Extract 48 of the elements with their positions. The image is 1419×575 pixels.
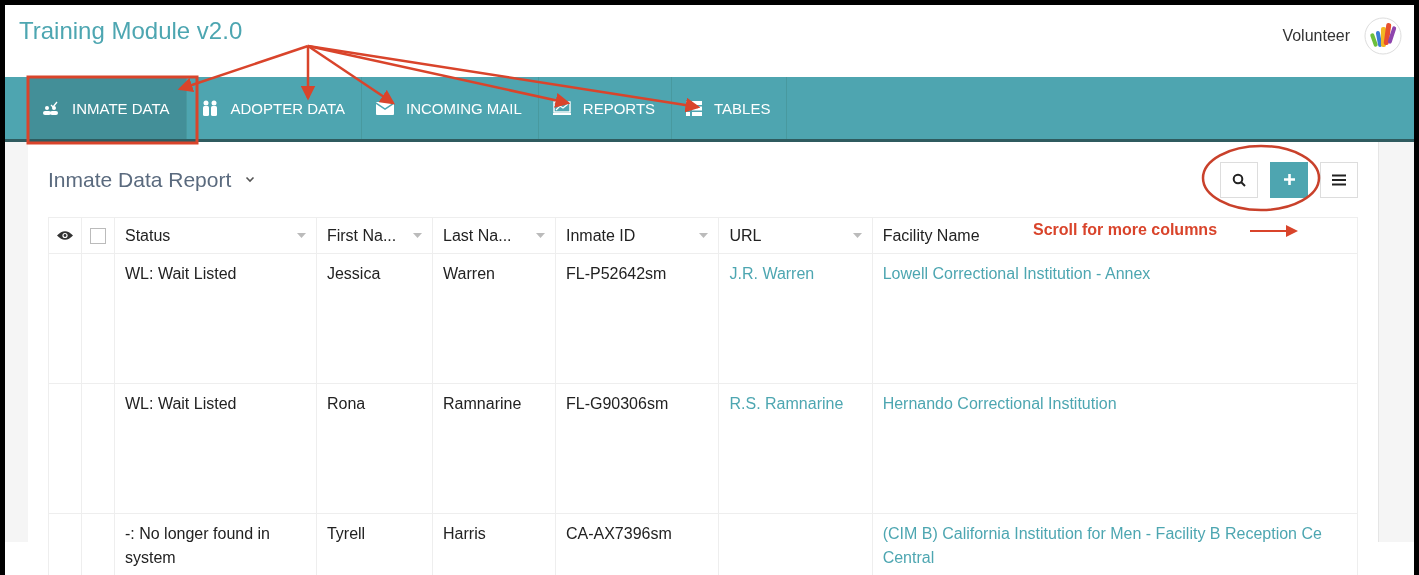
report-selector[interactable]: Inmate Data Report <box>48 167 256 192</box>
status-text: WL: Wait Listed <box>125 265 237 282</box>
sort-caret-icon[interactable] <box>852 233 862 238</box>
app-title: Training Module v2.0 <box>19 17 243 45</box>
nav-tab[interactable]: TABLES <box>672 77 788 139</box>
column-header[interactable]: Status <box>125 226 171 245</box>
annotation-note: Scroll for more columns <box>1033 221 1218 239</box>
eye-icon[interactable] <box>57 229 73 241</box>
search-button[interactable] <box>1220 161 1258 198</box>
chevron-down-icon <box>245 176 256 183</box>
menu-icon <box>1332 173 1346 186</box>
facility-link[interactable]: Hernando Correctional Institution <box>882 392 1347 416</box>
sort-caret-icon[interactable] <box>296 233 306 238</box>
first-name: Jessica <box>326 265 381 282</box>
status-text: WL: Wait Listed <box>125 395 237 412</box>
search-icon <box>1232 172 1246 187</box>
sort-caret-icon[interactable] <box>413 233 423 238</box>
column-header[interactable]: Facility Name <box>882 226 980 245</box>
sort-caret-icon[interactable] <box>699 233 709 238</box>
annotation-arrow <box>1249 225 1298 237</box>
plus-icon <box>1282 173 1296 186</box>
last-name: Harris <box>443 525 486 542</box>
url-link[interactable]: R.S. Ramnarine <box>729 395 844 412</box>
select-all-checkbox[interactable] <box>90 228 106 245</box>
hands-avatar-icon[interactable] <box>1364 17 1402 55</box>
inmate-id: FL-P52642sm <box>565 265 667 282</box>
facility-link[interactable]: Lowell Correctional Institution - Annex <box>882 262 1347 286</box>
chart-icon <box>552 101 571 115</box>
list-icon <box>686 100 703 116</box>
column-header[interactable]: URL <box>729 226 762 245</box>
first-name: Tyrell <box>326 525 366 542</box>
nav-tab[interactable]: INMATE DATA <box>28 77 187 139</box>
menu-button[interactable] <box>1320 161 1358 198</box>
add-button[interactable] <box>1270 161 1308 198</box>
nav-tab[interactable]: REPORTS <box>538 77 673 139</box>
inmate-id: CA-AX7396sm <box>565 525 672 542</box>
last-name: Warren <box>443 265 495 282</box>
url-link[interactable]: J.R. Warren <box>729 265 815 282</box>
last-name: Ramnarine <box>443 395 522 412</box>
first-name: Rona <box>326 395 366 412</box>
nav-tab[interactable]: ADOPTER DATA <box>186 77 362 139</box>
people-icon <box>200 100 219 116</box>
status-text: -: No longer found in system <box>125 525 270 566</box>
user-role: Volunteer <box>1282 27 1350 45</box>
nav-tab[interactable]: INCOMING MAIL <box>361 77 539 139</box>
sort-caret-icon[interactable] <box>535 233 545 238</box>
people-icon <box>42 101 60 115</box>
inmate-id: FL-G90306sm <box>565 395 669 412</box>
